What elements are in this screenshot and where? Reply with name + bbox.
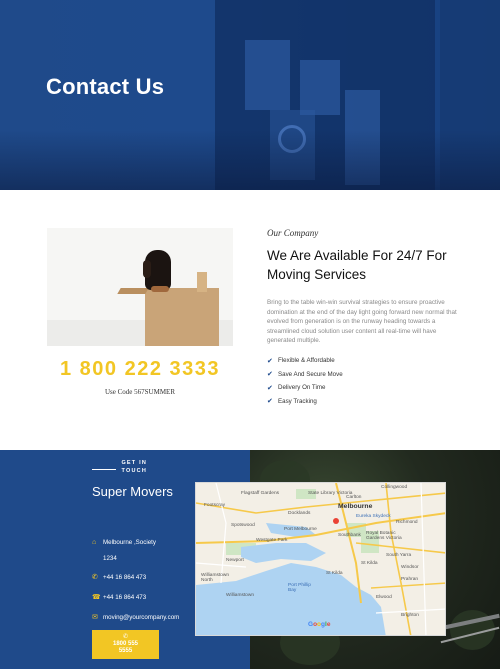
hero-banner: Contact Us xyxy=(0,0,500,190)
get-in-touch-label: GET IN TOUCH xyxy=(92,459,147,475)
contact-info: ⌂ Melbourne ,Society 1234 ✆ +44 16 864 4… xyxy=(92,535,202,626)
list-item: ✔ Flexible & Affordable xyxy=(267,354,343,368)
cardboard-flap xyxy=(117,288,149,294)
feature-label: Delivery On Time xyxy=(278,384,326,392)
map-label: Elwood xyxy=(376,595,392,600)
section-paragraph: Bring to the table win-win survival stra… xyxy=(267,299,457,345)
map-label: Melbourne xyxy=(338,503,373,510)
cardboard-box xyxy=(145,288,219,346)
list-item: ✔ Save And Secure Move xyxy=(267,368,343,382)
email-text: moving@yourcompany.com xyxy=(103,614,180,621)
google-logo: Google xyxy=(308,621,331,628)
phone-icon: ✆ xyxy=(122,634,129,640)
promo-code: Use Code 567SUMMER xyxy=(104,388,175,396)
hero-background-box xyxy=(245,40,290,110)
hero-background-box xyxy=(300,60,340,115)
dog-ear xyxy=(143,260,151,278)
address-line: 1234 xyxy=(103,555,117,562)
call-button-line: 5555 xyxy=(118,648,133,654)
map-label: Eureka Skydeck xyxy=(356,514,391,519)
map-label: Collingwood xyxy=(381,485,408,490)
map-label: Docklands xyxy=(288,511,311,516)
dog-in-box-photo xyxy=(47,228,233,346)
check-icon: ✔ xyxy=(267,371,273,379)
map-label: Flagstaff Gardens xyxy=(241,491,280,496)
home-icon: ⌂ xyxy=(92,539,97,546)
list-item: ✔ Easy Tracking xyxy=(267,395,343,409)
call-button[interactable]: ✆ 1800 555 5555 xyxy=(92,630,159,659)
map-label: Williamstown xyxy=(226,593,254,598)
map-label: Port Phillip Bay xyxy=(288,583,311,593)
map-label: Richmond xyxy=(396,520,418,525)
hero-shadow xyxy=(0,130,500,190)
fax-row[interactable]: ☎ +44 16 864 473 xyxy=(92,590,202,606)
check-icon: ✔ xyxy=(267,357,273,365)
check-icon: ✔ xyxy=(267,384,273,392)
map-label: Carlton xyxy=(346,495,362,500)
section-heading: We Are Available For 24/7 For Moving Ser… xyxy=(267,248,447,282)
map-label: Port Melbourne xyxy=(284,527,317,532)
map-label: Royal Botanic Gardens Victoria xyxy=(366,531,402,541)
feature-label: Easy Tracking xyxy=(278,397,317,405)
fax-icon: ☎ xyxy=(92,594,101,601)
email-row[interactable]: ✉ moving@yourcompany.com xyxy=(92,610,202,626)
eyebrow-line: GET IN xyxy=(121,460,147,466)
google-map[interactable]: Collingwood State Library Victoria Carlt… xyxy=(195,482,446,636)
divider xyxy=(92,469,116,470)
map-label: Spotswood xyxy=(231,523,255,528)
call-button-line: 1800 555 xyxy=(112,641,139,647)
map-label: Westgate Park xyxy=(256,538,288,543)
list-item: ✔ Delivery On Time xyxy=(267,381,343,395)
map-label: Windsor xyxy=(401,565,419,570)
cardboard-flap xyxy=(197,272,207,292)
phone-text: +44 16 864 473 xyxy=(103,574,147,581)
map-label: St Kilda xyxy=(361,561,378,566)
feature-list: ✔ Flexible & Affordable ✔ Save And Secure … xyxy=(267,354,343,408)
address-line: Melbourne ,Society xyxy=(103,539,156,546)
fax-text: +44 16 864 473 xyxy=(103,594,147,601)
company-name: Super Movers xyxy=(92,484,173,499)
dog-paws xyxy=(151,286,169,292)
phone-row[interactable]: ✆ +44 16 864 473 xyxy=(92,570,202,586)
feature-label: Flexible & Affordable xyxy=(278,357,335,365)
map-label: Brighton xyxy=(401,613,419,618)
map-label: Williamstown North xyxy=(201,573,229,583)
map-label: Southbank xyxy=(338,533,361,538)
check-icon: ✔ xyxy=(267,398,273,406)
page-title: Contact Us xyxy=(46,74,165,99)
feature-label: Save And Secure Move xyxy=(278,370,343,378)
phone-number[interactable]: 1 800 222 3333 xyxy=(47,358,233,381)
map-label: Prahran xyxy=(401,577,419,582)
mail-icon: ✉ xyxy=(92,614,98,621)
map-label: St Kilda xyxy=(326,571,343,576)
map-label: South Yarra xyxy=(386,553,412,558)
section-eyebrow: Our Company xyxy=(267,228,319,238)
address-row: ⌂ Melbourne ,Society xyxy=(92,535,202,551)
map-label: Newport xyxy=(226,558,244,563)
map-label: Footscray xyxy=(204,503,226,508)
phone-icon: ✆ xyxy=(92,574,98,581)
